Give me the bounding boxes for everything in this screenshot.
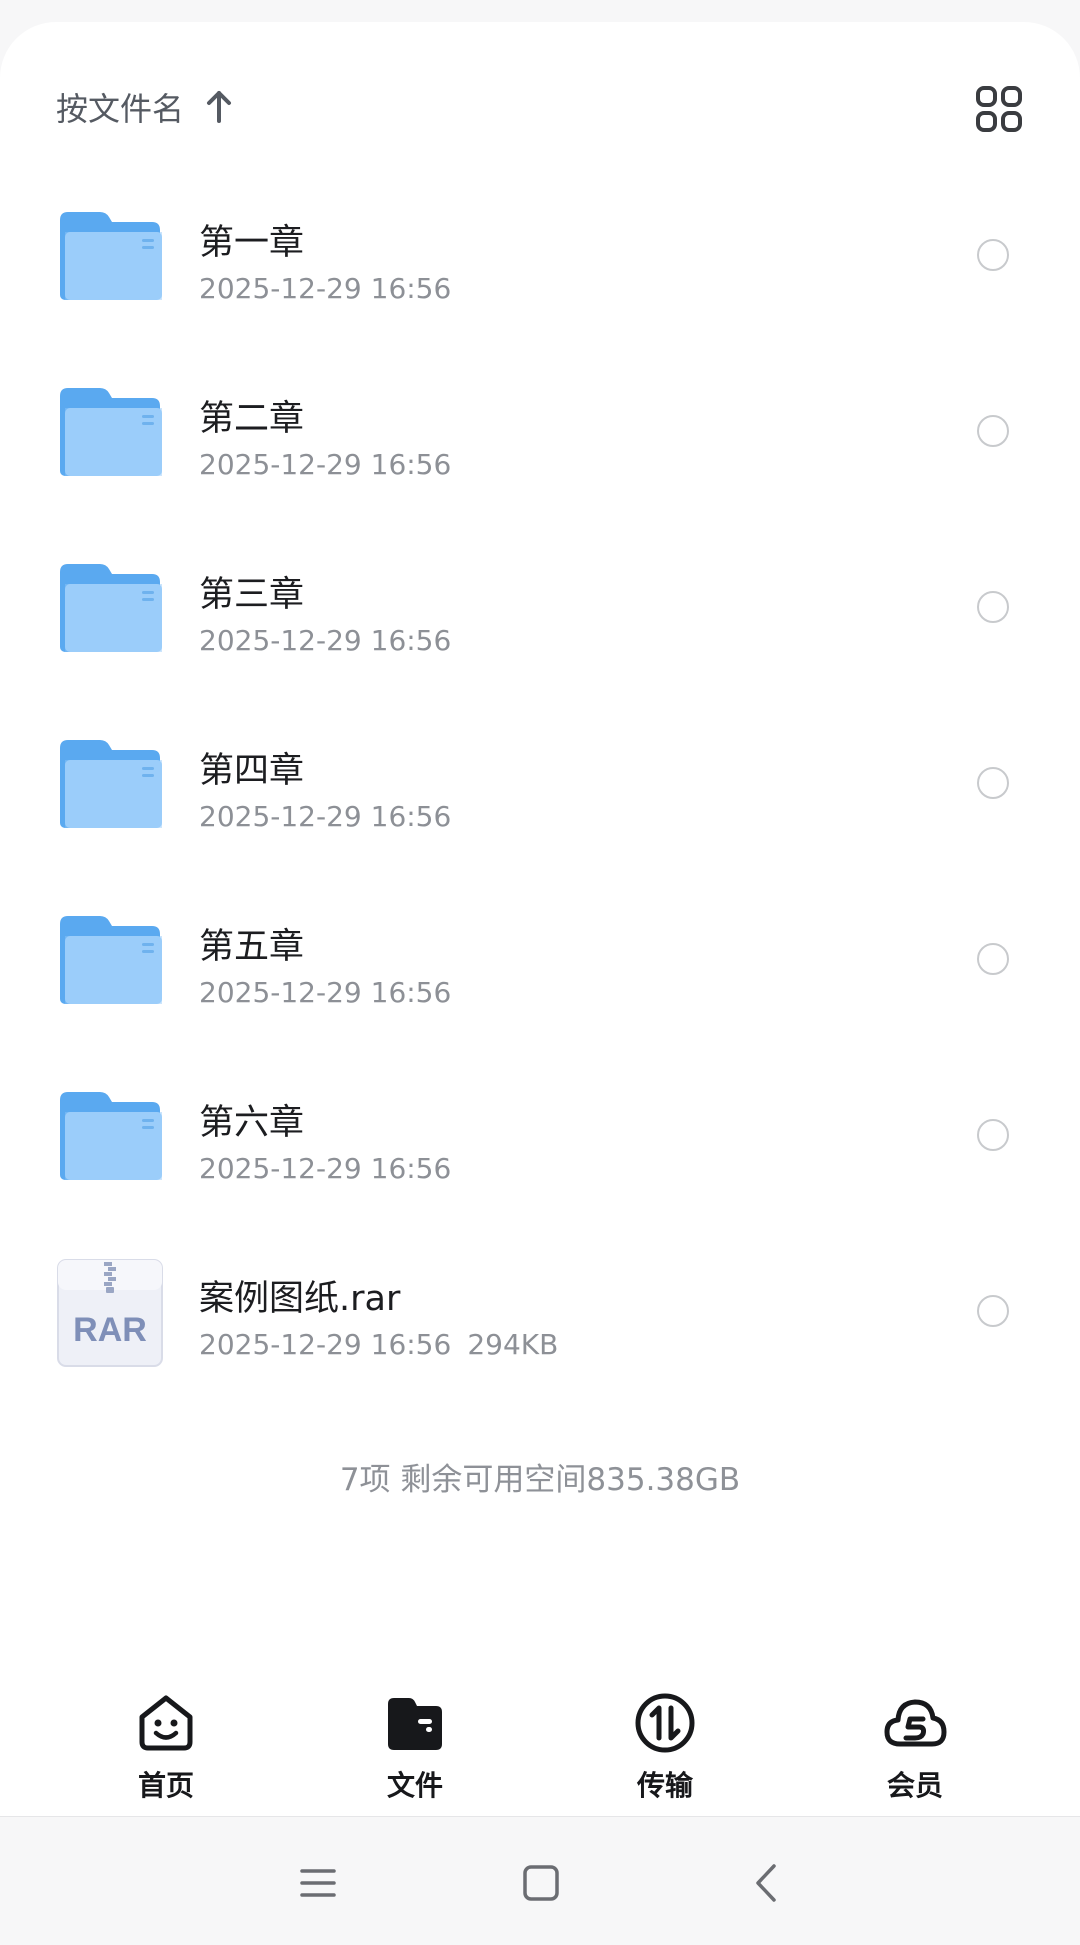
file-row[interactable]: 第五章 2025-12-29 16:56 [0,876,1080,1052]
rar-badge: RAR [73,1311,147,1349]
file-name: 第二章 [199,399,305,439]
file-size: 294KB [467,1328,559,1361]
home-square-icon[interactable] [519,1861,563,1905]
file-name: 第五章 [199,927,305,967]
file-list: 第一章 2025-12-29 16:56 第二章 2025-12-29 16:5… [0,172,1080,1404]
back-icon[interactable] [746,1861,790,1905]
sort-label: 按文件名 [56,90,185,128]
folder-icon [60,740,162,828]
tab-files[interactable]: 文件 [345,1680,485,1815]
folder-filled-icon [388,1698,442,1750]
tab-member[interactable]: 会员 [845,1680,985,1815]
bottom-tab-bar: 首页 文件 传输 会员 [0,1680,1080,1815]
file-date: 2025-12-29 16:56 [199,976,452,1009]
file-date: 2025-12-29 16:56 [199,272,452,305]
select-radio[interactable] [977,415,1009,447]
folder-icon [60,564,162,652]
file-date: 2025-12-29 16:56 [199,448,452,481]
storage-summary: 7项 剩余可用空间835.38GB [339,1462,741,1498]
file-row[interactable]: RAR 案例图纸.rar 2025-12-29 16:56 294KB [0,1228,1080,1404]
tab-member-label: 会员 [886,1769,943,1802]
file-row[interactable]: 第一章 2025-12-29 16:56 [0,172,1080,348]
file-name: 第三章 [199,575,305,615]
tab-home-label: 首页 [137,1769,194,1802]
select-radio[interactable] [977,1295,1009,1327]
file-meta: 2025-12-29 16:56 [199,448,451,481]
tab-files-label: 文件 [386,1769,443,1802]
select-radio[interactable] [977,767,1009,799]
file-row[interactable]: 第三章 2025-12-29 16:56 [0,524,1080,700]
grid-view-icon[interactable] [975,85,1023,133]
file-name: 第四章 [199,751,305,791]
file-meta: 2025-12-29 16:56 [199,272,451,305]
select-radio[interactable] [977,1119,1009,1151]
file-row[interactable]: 第四章 2025-12-29 16:56 [0,700,1080,876]
tab-transfer-label: 传输 [636,1769,693,1802]
file-name: 第六章 [199,1103,305,1143]
file-list-sheet: 按文件名 第一章 2025-12-29 16:56 第二章 2025-12-29… [0,22,1080,1817]
file-row[interactable]: 第六章 2025-12-29 16:56 [0,1052,1080,1228]
smiley-home-icon [139,1695,193,1751]
transfer-arrows-icon [635,1693,695,1753]
file-meta: 2025-12-29 16:56 294KB [199,1328,558,1361]
file-date: 2025-12-29 16:56 [199,1328,452,1361]
select-radio[interactable] [977,239,1009,271]
sort-control[interactable]: 按文件名 [56,84,234,130]
folder-icon [60,916,162,1004]
file-date: 2025-12-29 16:56 [199,800,452,833]
file-meta: 2025-12-29 16:56 [199,624,451,657]
file-meta: 2025-12-29 16:56 [199,1152,451,1185]
file-meta: 2025-12-29 16:56 [199,976,451,1009]
file-name: 第一章 [199,223,305,263]
menu-icon[interactable] [296,1861,340,1905]
select-radio[interactable] [977,591,1009,623]
arrow-up-icon [207,91,232,123]
folder-icon [60,1092,162,1180]
tab-home[interactable]: 首页 [96,1680,236,1815]
file-date: 2025-12-29 16:56 [199,1152,452,1185]
cloud-s-icon [884,1699,947,1747]
tab-transfer[interactable]: 传输 [595,1680,735,1815]
file-name: 案例图纸.rar [199,1279,401,1319]
file-date: 2025-12-29 16:56 [199,624,452,657]
folder-icon [60,212,162,300]
select-radio[interactable] [977,943,1009,975]
system-navigation-bar [0,1817,1080,1945]
file-meta: 2025-12-29 16:56 [199,800,451,833]
folder-icon [60,388,162,476]
rar-archive-icon: RAR [57,1259,163,1367]
file-row[interactable]: 第二章 2025-12-29 16:56 [0,348,1080,524]
